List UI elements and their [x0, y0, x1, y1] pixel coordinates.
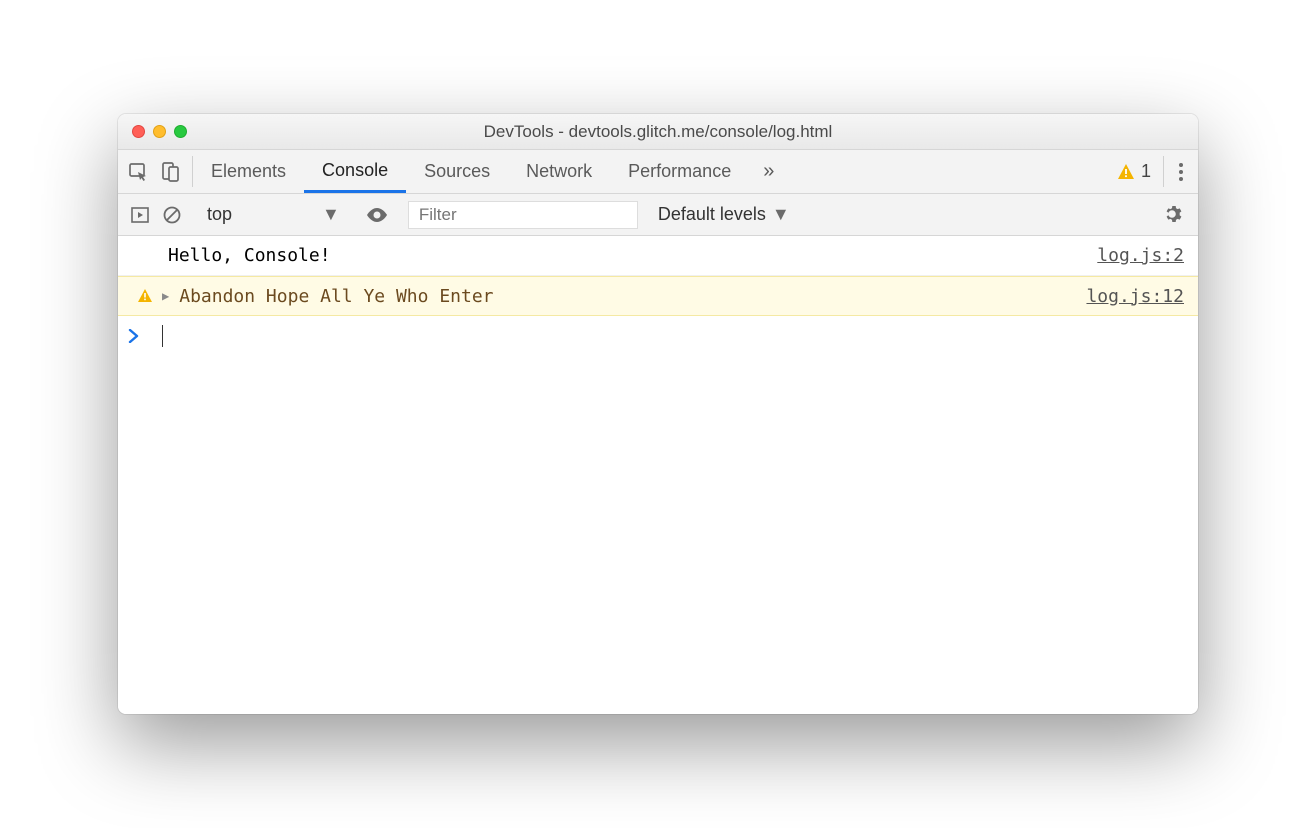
- console-input-row[interactable]: [118, 316, 1198, 356]
- more-options-button[interactable]: [1164, 150, 1198, 193]
- warn-message: Abandon Hope All Ye Who Enter: [173, 286, 1086, 307]
- kebab-icon: [1178, 162, 1184, 182]
- devtools-window: DevTools - devtools.glitch.me/console/lo…: [118, 114, 1198, 714]
- log-message: Hello, Console!: [162, 245, 1097, 266]
- traffic-lights: [118, 125, 187, 138]
- clear-console-icon[interactable]: [162, 205, 182, 225]
- warnings-count: 1: [1141, 161, 1151, 182]
- tab-bar: Elements Console Sources Network Perform…: [118, 150, 1198, 194]
- inspect-element-icon[interactable]: [128, 161, 150, 183]
- tab-sources[interactable]: Sources: [406, 150, 508, 193]
- device-toolbar-icon[interactable]: [160, 161, 182, 183]
- minimize-window-button[interactable]: [153, 125, 166, 138]
- window-title: DevTools - devtools.glitch.me/console/lo…: [118, 122, 1198, 142]
- levels-label: Default levels: [658, 204, 766, 225]
- gear-icon: [1164, 205, 1184, 225]
- toggle-drawer-icon[interactable]: [130, 205, 150, 225]
- dropdown-triangle-icon: ▼: [322, 204, 340, 225]
- warnings-counter[interactable]: 1: [1105, 150, 1163, 193]
- maximize-window-button[interactable]: [174, 125, 187, 138]
- console-output: Hello, Console! log.js:2 ▶ Abandon Hope …: [118, 236, 1198, 714]
- warning-icon: [1117, 163, 1135, 181]
- eye-icon: [365, 207, 389, 223]
- text-cursor: [162, 325, 163, 347]
- titlebar: DevTools - devtools.glitch.me/console/lo…: [118, 114, 1198, 150]
- console-warn-row[interactable]: ▶ Abandon Hope All Ye Who Enter log.js:1…: [118, 276, 1198, 316]
- tab-network[interactable]: Network: [508, 150, 610, 193]
- console-toolbar: top ▼ Default levels ▼: [118, 194, 1198, 236]
- tab-console[interactable]: Console: [304, 150, 406, 193]
- context-selector[interactable]: top ▼: [195, 204, 352, 225]
- tab-elements[interactable]: Elements: [193, 150, 304, 193]
- live-expression-button[interactable]: [353, 207, 401, 223]
- console-log-row[interactable]: Hello, Console! log.js:2: [118, 236, 1198, 276]
- warn-source-link[interactable]: log.js:12: [1086, 286, 1184, 307]
- prompt-chevron-icon: [128, 329, 156, 343]
- console-settings-button[interactable]: [1150, 205, 1198, 225]
- log-source-link[interactable]: log.js:2: [1097, 245, 1184, 266]
- context-label: top: [207, 204, 232, 225]
- warning-icon: [137, 288, 153, 304]
- close-window-button[interactable]: [132, 125, 145, 138]
- tab-performance[interactable]: Performance: [610, 150, 749, 193]
- more-tabs-button[interactable]: »: [749, 150, 788, 193]
- dropdown-triangle-icon: ▼: [772, 204, 790, 225]
- expand-triangle-icon[interactable]: ▶: [162, 289, 169, 303]
- filter-input[interactable]: [408, 201, 638, 229]
- log-levels-selector[interactable]: Default levels ▼: [644, 204, 804, 225]
- chevron-right-icon: »: [763, 160, 774, 183]
